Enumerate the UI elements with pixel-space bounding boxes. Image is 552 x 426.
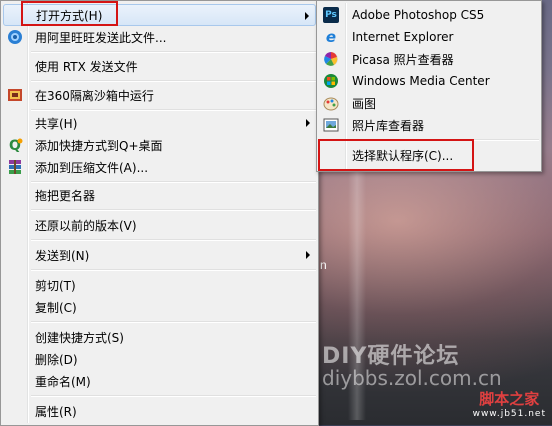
submenu-item-choose-default-program[interactable]: 选择默认程序(C)...: [319, 144, 539, 166]
site-logo-text: 脚本之家: [479, 390, 540, 408]
menu-item-label: 重命名(M): [35, 374, 91, 389]
menu-item-share[interactable]: 共享(H): [3, 112, 316, 134]
submenu-item-label: Picasa 照片查看器: [352, 52, 454, 67]
menu-item-add-to-qplus[interactable]: Q 添加快捷方式到Q+桌面: [3, 134, 316, 156]
menu-item-label: 发送到(N): [35, 248, 90, 263]
windows-media-center-icon: [323, 73, 339, 89]
menu-item-tuoba-renamer[interactable]: 拖把更名器: [3, 184, 316, 206]
menu-item-label: 还原以前的版本(V): [35, 218, 137, 233]
open-with-submenu: Ps Adobe Photoshop CS5 e Internet Explor…: [316, 0, 542, 172]
menu-item-copy[interactable]: 复制(C): [3, 296, 316, 318]
menu-item-label: 用阿里旺旺发送此文件...: [35, 30, 167, 45]
qplus-icon: Q: [7, 137, 23, 153]
menu-item-label: 添加快捷方式到Q+桌面: [35, 138, 163, 153]
menu-item-label: 创建快捷方式(S): [35, 330, 124, 345]
site-logo-url: www.jb51.net: [472, 409, 546, 419]
menu-separator: [31, 269, 316, 271]
aliwangwang-icon: [7, 29, 23, 45]
submenu-item-internet-explorer[interactable]: e Internet Explorer: [319, 26, 539, 48]
submenu-item-windows-media-center[interactable]: Windows Media Center: [319, 70, 539, 92]
menu-item-send-to[interactable]: 发送到(N): [3, 244, 316, 266]
submenu-item-photo-gallery-viewer[interactable]: 照片库查看器: [319, 114, 539, 136]
menu-item-cut[interactable]: 剪切(T): [3, 274, 316, 296]
picasa-icon: [323, 51, 339, 67]
photoshop-icon: Ps: [323, 7, 339, 23]
menu-item-properties[interactable]: 属性(R): [3, 400, 316, 422]
desktop-text-fragment: n: [320, 258, 327, 272]
submenu-arrow-icon: [306, 251, 310, 259]
menu-separator: [31, 80, 316, 82]
menu-item-send-via-aliwangwang[interactable]: 用阿里旺旺发送此文件...: [3, 26, 316, 48]
sandbox-360-icon: [7, 87, 23, 103]
internet-explorer-icon: e: [325, 28, 337, 46]
menu-separator: [31, 239, 316, 241]
submenu-item-label: 画图: [352, 96, 377, 111]
menu-item-label: 复制(C): [35, 300, 77, 315]
menu-item-label: 在360隔离沙箱中运行: [35, 88, 154, 103]
menu-item-label: 使用 RTX 发送文件: [35, 59, 138, 74]
menu-separator: [31, 181, 316, 183]
menu-item-add-to-archive[interactable]: 添加到压缩文件(A)...: [3, 156, 316, 178]
menu-item-restore-previous-versions[interactable]: 还原以前的版本(V): [3, 214, 316, 236]
submenu-item-label: Internet Explorer: [352, 30, 454, 44]
menu-separator: [31, 109, 316, 111]
site-logo: 脚本之家 www.jb51.net: [473, 388, 546, 419]
menu-item-delete[interactable]: 删除(D): [3, 348, 316, 370]
menu-separator: [31, 321, 316, 323]
context-menu: 打开方式(H) 用阿里旺旺发送此文件... 使用 RTX 发送文件 在360隔离…: [0, 0, 319, 426]
menu-item-create-shortcut[interactable]: 创建快捷方式(S): [3, 326, 316, 348]
menu-item-label: 拖把更名器: [35, 188, 96, 203]
menu-item-label: 添加到压缩文件(A)...: [35, 160, 149, 175]
submenu-arrow-icon: [305, 12, 309, 20]
menu-item-360-sandbox[interactable]: 在360隔离沙箱中运行: [3, 84, 316, 106]
menu-item-open-with[interactable]: 打开方式(H): [3, 4, 316, 26]
submenu-item-label: Adobe Photoshop CS5: [352, 8, 485, 22]
menu-separator: [31, 51, 316, 53]
menu-item-label: 共享(H): [35, 116, 78, 131]
menu-item-label: 删除(D): [35, 352, 78, 367]
menu-item-rtx-send[interactable]: 使用 RTX 发送文件: [3, 55, 316, 77]
menu-item-label: 打开方式(H): [36, 8, 103, 23]
submenu-arrow-icon: [306, 119, 310, 127]
menu-separator: [31, 395, 316, 397]
menu-item-label: 剪切(T): [35, 278, 76, 293]
submenu-item-label: 照片库查看器: [352, 118, 425, 133]
menu-separator: [349, 139, 539, 141]
submenu-item-picasa[interactable]: Picasa 照片查看器: [319, 48, 539, 70]
submenu-item-label: Windows Media Center: [352, 74, 490, 88]
submenu-item-paint[interactable]: 画图: [319, 92, 539, 114]
photo-gallery-icon: [323, 117, 339, 133]
submenu-item-photoshop[interactable]: Ps Adobe Photoshop CS5: [319, 4, 539, 26]
menu-item-rename[interactable]: 重命名(M): [3, 370, 316, 392]
watermark-url: diybbs.zol.com.cn: [322, 366, 502, 390]
submenu-item-label: 选择默认程序(C)...: [352, 148, 454, 163]
paint-icon: [323, 95, 339, 111]
menu-item-label: 属性(R): [35, 404, 77, 419]
winrar-icon: [7, 159, 23, 175]
menu-separator: [31, 209, 316, 211]
